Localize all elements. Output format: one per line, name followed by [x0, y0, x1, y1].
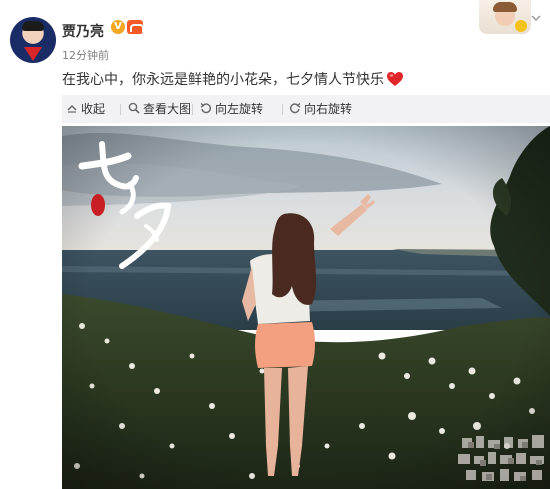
current-user-avatar[interactable] [479, 0, 531, 34]
post-text: 在我心中，你永远是鲜艳的小花朵，七夕情人节快乐 [62, 68, 404, 89]
sun-sticker-icon [515, 20, 527, 32]
verified-badge-icon[interactable]: V [111, 20, 125, 34]
collapse-button[interactable]: 收起 [66, 95, 105, 123]
avatar-hair [493, 2, 517, 12]
avatar-hair [22, 21, 44, 31]
toolbar-divider [282, 104, 283, 115]
image-toolbar: 收起 查看大图 向左旋转 向右旋转 [62, 95, 550, 123]
rotate-left-button[interactable]: 向左旋转 [200, 95, 263, 123]
red-seal-icon [91, 194, 105, 216]
collapse-icon [66, 96, 78, 113]
post-timestamp[interactable]: 12分钟前 [62, 47, 109, 63]
magnifier-icon [128, 96, 140, 114]
rotate-left-label: 向左旋转 [215, 102, 264, 116]
rotate-left-icon [200, 96, 212, 114]
user-avatar[interactable] [10, 17, 56, 63]
rotate-right-label: 向右旋转 [304, 102, 353, 116]
rotate-right-icon [289, 96, 301, 114]
toolbar-divider [120, 104, 121, 115]
toolbar-divider [192, 104, 193, 115]
superman-logo-icon [24, 47, 42, 61]
member-crown-icon[interactable] [127, 20, 144, 34]
collapse-label: 收起 [81, 102, 106, 116]
post-body: 在我心中，你永远是鲜艳的小花朵，七夕情人节快乐 [62, 72, 384, 88]
blurred-watermark [456, 432, 550, 489]
rotate-right-button[interactable]: 向右旋转 [289, 95, 352, 123]
red-heart-icon [386, 71, 404, 87]
view-large-label: 查看大图 [143, 102, 192, 116]
view-large-button[interactable]: 查看大图 [128, 95, 191, 123]
chevron-down-icon[interactable] [530, 12, 542, 24]
user-name[interactable]: 贾乃亮 [62, 21, 104, 41]
